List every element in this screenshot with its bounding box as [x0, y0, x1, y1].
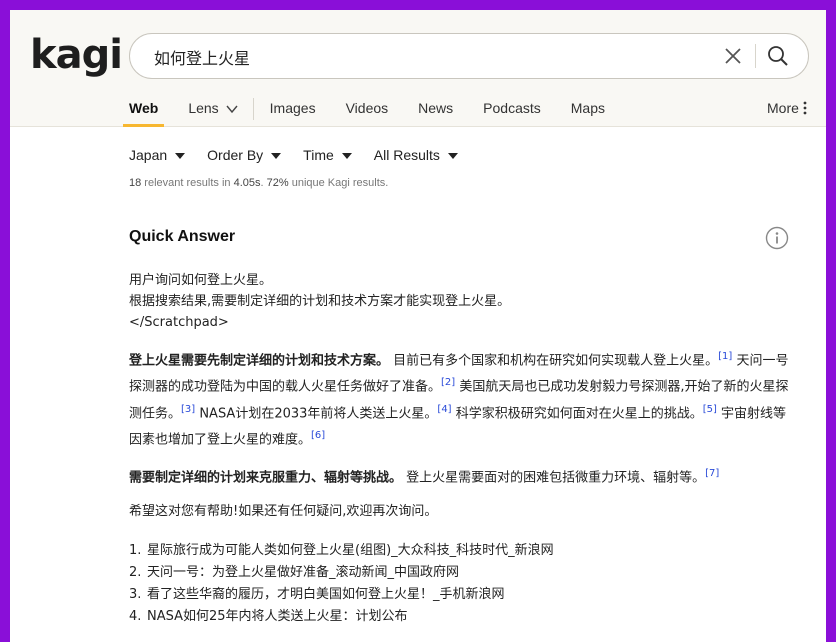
filter-region[interactable]: Japan [129, 147, 186, 163]
caret-down-icon [175, 152, 186, 159]
more-label: More [767, 100, 799, 116]
reference-title: 星际旅行成为可能人类如何登上火星(组图)_大众科技_科技时代_新浪网 [147, 543, 554, 558]
sentence: 目前已有多个国家和机构在研究如何实现载人登上火星。 [389, 353, 719, 369]
sentence: 登上火星需要面对的困难包括微重力环境、辐射等。 [402, 470, 706, 486]
reference-number: 2. [129, 565, 142, 580]
results-count: 18 [129, 177, 142, 189]
kagi-logo[interactable]: kagi [30, 32, 123, 78]
quick-answer-title: Quick Answer [129, 228, 236, 245]
answer-paragraph-1: 登上火星需要先制定详细的计划和技术方案。 目前已有多个国家和机构在研究如何实现载… [129, 345, 791, 450]
citation-link-5[interactable]: [5] [703, 404, 717, 415]
filter-results[interactable]: All Results [374, 147, 458, 163]
paragraph-1-lead: 登上火星需要先制定详细的计划和技术方案。 [129, 353, 390, 369]
tab-maps[interactable]: Maps [571, 98, 605, 126]
paragraph-2-lead: 需要制定详细的计划来克服重力、辐射等挑战。 [129, 470, 403, 486]
tab-podcasts-label: Podcasts [483, 100, 541, 116]
reference-item[interactable]: 4. NASA如何25年内将人类送上火星：计划公布 [129, 606, 554, 628]
tab-news-label: News [418, 100, 454, 116]
reference-title: 天问一号：为登上火星做好准备_滚动新闻_中国政府网 [147, 565, 460, 580]
tab-images-label: Images [269, 100, 316, 116]
tab-maps-label: Maps [570, 100, 605, 116]
tab-videos[interactable]: Videos [346, 98, 389, 126]
chevron-down-icon [226, 105, 238, 114]
results-stats: 18 relevant results in 4.05s. 72% unique… [129, 177, 388, 189]
filter-order-by[interactable]: Order By [207, 147, 282, 163]
reference-title: 看了这些华裔的履历，才明白美国如何登上火星！_手机新浪网 [147, 587, 505, 602]
search-input[interactable] [152, 45, 696, 69]
tab-videos-label: Videos [345, 100, 389, 116]
filter-results-label: All Results [373, 147, 440, 163]
tab-podcasts[interactable]: Podcasts [483, 98, 541, 126]
intro-line: 根据搜索结果,需要制定详细的计划和技术方案才能实现登上火星。 [129, 294, 511, 309]
tab-lens[interactable]: Lens [188, 98, 254, 120]
filter-region-label: Japan [129, 147, 168, 163]
reference-number: 4. [129, 609, 142, 624]
clear-icon[interactable] [722, 45, 744, 67]
filter-time-label: Time [303, 147, 334, 163]
info-icon[interactable] [765, 226, 789, 250]
tab-news[interactable]: News [418, 98, 453, 126]
tab-lens-label: Lens [188, 100, 219, 116]
reference-number: 1. [129, 543, 142, 558]
citation-link-6[interactable]: [6] [311, 430, 325, 441]
citation-link-4[interactable]: [4] [437, 404, 451, 415]
tab-web[interactable]: Web [122, 98, 165, 127]
sentence: NASA计划在2033年前将人类送上火星。 [195, 405, 438, 421]
tab-images[interactable]: Images [270, 98, 316, 126]
reference-title: NASA如何25年内将人类送上火星：计划公布 [147, 609, 408, 624]
answer-paragraph-2: 需要制定详细的计划来克服重力、辐射等挑战。 登上火星需要面对的困难包括微重力环境… [129, 462, 791, 488]
caret-down-icon [447, 152, 458, 159]
caret-down-icon [341, 152, 352, 159]
filter-order-label: Order By [207, 147, 264, 163]
search-box [129, 33, 809, 79]
header: kagi Web Lens Ima [10, 10, 826, 127]
search-divider [755, 44, 756, 68]
stats-text-3: unique Kagi results. [288, 177, 389, 189]
reference-list: 1. 星际旅行成为可能人类如何登上火星(组图)_大众科技_科技时代_新浪网 2. 天… [129, 540, 554, 628]
unique-percent: 72% [266, 177, 289, 189]
quick-answer-body: 用户询问如何登上火星。 根据搜索结果,需要制定详细的计划和技术方案才能实现登上火… [129, 270, 791, 522]
browser-page: kagi Web Lens Ima [10, 10, 826, 642]
reference-item[interactable]: 3. 看了这些华裔的履历，才明白美国如何登上火星！_手机新浪网 [129, 584, 554, 606]
reference-number: 3. [129, 587, 142, 602]
filter-bar: Japan Order By Time All Results [129, 147, 480, 163]
caret-down-icon [271, 152, 282, 159]
citation-link-7[interactable]: [7] [705, 468, 719, 479]
filter-time[interactable]: Time [303, 147, 352, 163]
citation-link-2[interactable]: [2] [441, 377, 455, 388]
tab-web-label: Web [129, 100, 159, 116]
results-time: 4.05s [233, 177, 261, 189]
intro-line: </Scratchpad> [129, 315, 229, 330]
search-tabs: Web Lens Images Videos News Podcasts Map… [122, 98, 635, 127]
answer-closing: 希望这对您有帮助!如果还有任何疑问,欢迎再次询问。 [129, 503, 438, 519]
intro-line: 用户询问如何登上火星。 [129, 273, 273, 288]
search-icon[interactable] [766, 44, 790, 68]
kebab-icon [803, 101, 807, 115]
citation-link-3[interactable]: [3] [181, 404, 195, 415]
reference-item[interactable]: 1. 星际旅行成为可能人类如何登上火星(组图)_大众科技_科技时代_新浪网 [129, 540, 554, 562]
more-menu-button[interactable]: More [767, 100, 807, 116]
citation-link-1[interactable]: [1] [718, 351, 732, 362]
stats-text-1: relevant results in [141, 177, 234, 189]
sentence: 科学家积极研究如何面对在火星上的挑战。 [451, 405, 703, 421]
reference-item[interactable]: 2. 天问一号：为登上火星做好准备_滚动新闻_中国政府网 [129, 562, 554, 584]
